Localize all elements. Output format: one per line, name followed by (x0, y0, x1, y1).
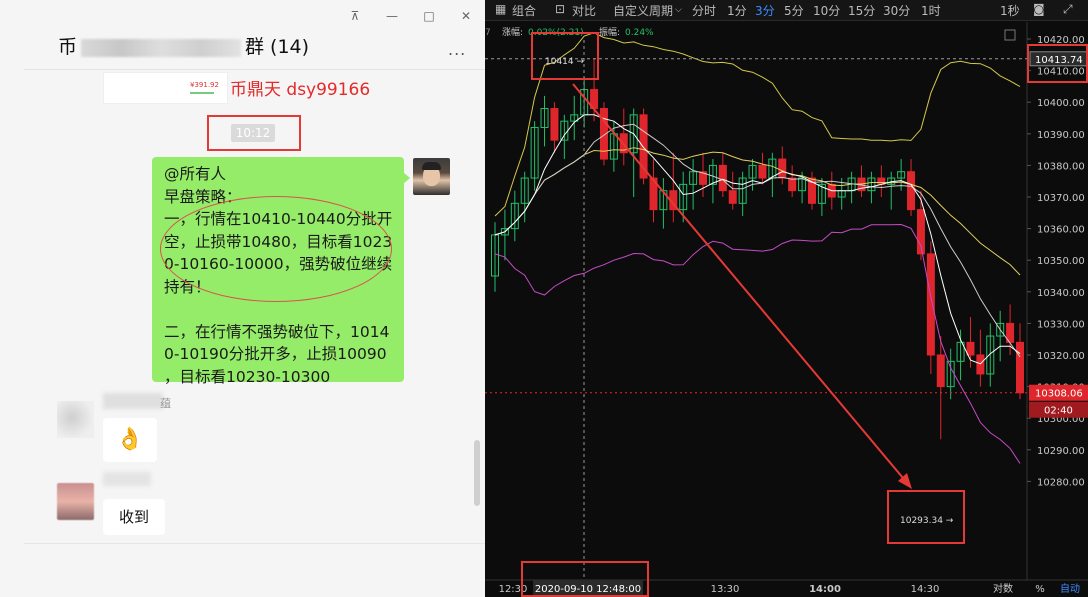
chat-title: 币 群 (14) (58, 32, 309, 59)
y-tick-label: 10360.00 (1037, 225, 1085, 236)
watermark-signature: 币鼎天 dsy99166 (230, 80, 371, 100)
sender-name-redacted (103, 472, 151, 486)
ma20-line (494, 147, 1021, 276)
header-divider (24, 69, 485, 70)
annotation-arrow (572, 83, 909, 485)
candle-body (966, 341, 975, 356)
y-tick-label: 10330.00 (1037, 319, 1085, 330)
y-tick-label: 10290.00 (1037, 446, 1085, 457)
y-tick-label: 10320.00 (1037, 351, 1085, 362)
maximize-icon[interactable]: □ (421, 9, 437, 23)
ma10-line (494, 123, 1021, 358)
chat-title-suffix: 群 (14) (245, 36, 310, 58)
thumb-price: ¥391.92 (190, 81, 219, 89)
image-message[interactable]: ¥391.92 (103, 72, 228, 104)
bubble-line: 0-10190分批开多，止损10090 (164, 345, 387, 363)
expand-icon (1004, 29, 1016, 41)
y-tick-label: 10280.00 (1037, 477, 1085, 488)
y-tick-label: 10340.00 (1037, 288, 1085, 299)
bubble-tail (403, 172, 410, 184)
crosshair-time-label: 2020-09-10 12:48:00 (535, 584, 641, 595)
percent-toggle: % (1035, 584, 1045, 595)
y-tick-label: 10370.00 (1037, 193, 1085, 204)
candle-body (926, 253, 935, 356)
ma5-line (494, 114, 1021, 365)
chat-title-prefix: 币 (58, 36, 78, 58)
y-tick-label: 10410.00 (1037, 67, 1085, 78)
scrollbar[interactable] (474, 440, 480, 506)
redacted-name (81, 38, 242, 57)
x-tick-label: 13:30 (711, 584, 740, 595)
thumb-bar (190, 92, 214, 94)
candle-body (976, 354, 985, 375)
auto-scale-toggle: 自动 (1060, 582, 1080, 595)
candle-body (718, 164, 727, 192)
x-tick-label: 14:00 (809, 584, 841, 595)
bubble-line: @所有人 (164, 165, 227, 183)
candle-body (907, 171, 916, 211)
more-button[interactable]: ... (448, 40, 466, 59)
close-icon[interactable]: ✕ (458, 9, 474, 23)
bubble-line: 二，在行情不强势破位下，1014 (164, 322, 390, 341)
pin-icon[interactable]: ⊼ (347, 9, 363, 23)
change-label: 涨幅: (502, 26, 523, 38)
y-tick-label: 10400.00 (1037, 98, 1085, 109)
crosshair-price-label: 10413.74 (1035, 55, 1083, 66)
candle-body (758, 164, 767, 179)
bubble-line: ，目标看10230-10300 (164, 367, 331, 386)
amplitude-value: 0.24% (625, 28, 654, 38)
info-prefix: 7 (485, 28, 491, 38)
kline-chart-panel: ▦ 组合 ⊡ 对比 自定义周期 ⌵ 分时 1分 3分 5分 10分 15分 30… (485, 0, 1088, 597)
countdown-label: 02:40 (1044, 406, 1073, 417)
candle-body (936, 354, 945, 388)
current-price-label: 10308.06 (1035, 389, 1083, 400)
avatar[interactable] (57, 483, 94, 520)
high-price-label: 10414 → (545, 57, 584, 67)
message-time: 10:12 (231, 124, 275, 142)
avatar[interactable] (413, 158, 450, 195)
low-price-label: 10293.34 → (900, 516, 954, 526)
log-scale-toggle: 对数 (993, 582, 1013, 595)
highlight-ellipse (160, 196, 392, 302)
sender-name-redacted (103, 393, 163, 409)
sender-name-tail: 蕴 (160, 397, 171, 410)
received-message[interactable]: 收到 (103, 499, 165, 535)
chart-canvas[interactable]: 7 涨幅: 0.02%(2.21) 振幅: 0.24%10420.0010410.001… (485, 0, 1088, 597)
ok-emoji-message[interactable]: 👌 (103, 418, 157, 462)
chat-window: ⊼ — □ ✕ 币 群 (14) ... ¥391.92 币鼎天 dsy99166… (0, 0, 485, 597)
y-tick-label: 10390.00 (1037, 130, 1085, 141)
avatar[interactable] (57, 401, 94, 438)
candle-body (550, 108, 559, 141)
candle-body (778, 158, 787, 179)
candle-body (788, 177, 797, 192)
x-tick-label: 14:30 (911, 584, 940, 595)
candle-body (728, 190, 737, 204)
x-tick-label: 12:30 (499, 584, 528, 595)
y-tick-label: 10350.00 (1037, 256, 1085, 267)
y-tick-label: 10380.00 (1037, 161, 1085, 172)
avatar-hair (422, 162, 441, 170)
candle-body (1016, 341, 1024, 394)
input-divider (24, 543, 485, 544)
minimize-icon[interactable]: — (384, 9, 400, 23)
